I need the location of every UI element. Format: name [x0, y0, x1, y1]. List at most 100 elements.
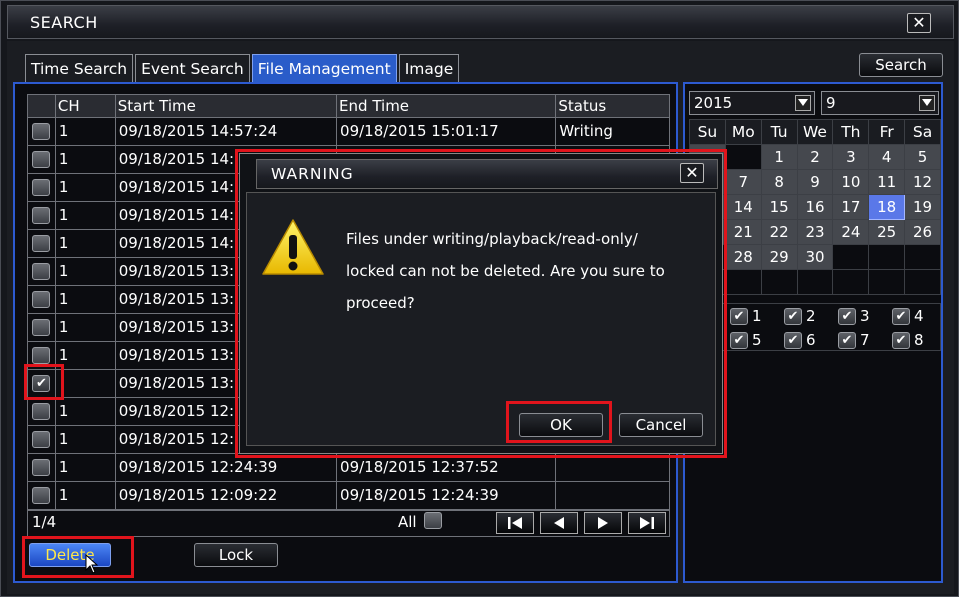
table-header: CH Start Time End Time Status: [28, 95, 669, 118]
close-window-button[interactable]: ✕: [907, 13, 931, 33]
row-checkbox[interactable]: [32, 151, 51, 168]
table-row[interactable]: 1 09/18/2015 12:09:22 09/18/2015 12:24:39: [28, 482, 669, 510]
calendar-day[interactable]: 4: [868, 144, 906, 170]
next-page-button[interactable]: [584, 512, 622, 534]
calendar-day[interactable]: 10: [832, 169, 870, 195]
checkmark-icon: ✔: [895, 308, 907, 324]
tab-event-search[interactable]: Event Search: [135, 54, 250, 82]
last-page-button[interactable]: [628, 512, 666, 534]
row-checkbox[interactable]: [32, 235, 51, 252]
tab-time-search[interactable]: Time Search: [25, 54, 134, 82]
calendar-day[interactable]: 3: [832, 144, 870, 170]
first-page-button[interactable]: [496, 512, 534, 534]
channel-checkbox[interactable]: ✔: [784, 331, 802, 349]
channel-checkbox[interactable]: ✔: [892, 331, 910, 349]
prev-page-button[interactable]: [540, 512, 578, 534]
row-select: [28, 118, 56, 145]
table-row[interactable]: 1 09/18/2015 14:57:24 09/18/2015 15:01:17 W…: [28, 118, 669, 146]
calendar-day[interactable]: 18: [868, 194, 906, 220]
row-select: [28, 146, 56, 173]
cell-start-time: 09/18/2015 14:57:24: [116, 118, 338, 145]
lock-button[interactable]: Lock: [194, 543, 278, 567]
cell-status: Writing: [559, 122, 613, 140]
calendar-empty-cell: [760, 269, 798, 295]
calendar-day[interactable]: 1: [760, 144, 798, 170]
row-checkbox[interactable]: [32, 403, 51, 420]
row-checkbox[interactable]: [32, 319, 51, 336]
calendar-day[interactable]: 11: [868, 169, 906, 195]
calendar-day[interactable]: 22: [760, 219, 798, 245]
calendar-day[interactable]: 29: [760, 244, 798, 270]
cell-ch: 1: [56, 174, 116, 201]
window-title: SEARCH: [30, 13, 98, 32]
row-checkbox[interactable]: [32, 459, 51, 476]
calendar-day[interactable]: 7: [724, 169, 762, 195]
weekday-label: Fr: [868, 119, 906, 145]
row-checkbox[interactable]: [32, 207, 51, 224]
calendar-day[interactable]: 5: [904, 144, 941, 170]
channel-toggle[interactable]: ✔ 1: [730, 307, 762, 325]
channel-label: 5: [752, 331, 762, 349]
calendar-day[interactable]: 23: [796, 219, 834, 245]
calendar-day[interactable]: 24: [832, 219, 870, 245]
checkmark-icon: ✔: [787, 332, 799, 348]
cell-ch: 1: [56, 426, 116, 453]
calendar-empty-cell: [724, 269, 762, 295]
calendar-day[interactable]: 14: [724, 194, 762, 220]
tab-image[interactable]: Image: [398, 54, 460, 82]
row-select: [28, 454, 56, 481]
calendar-day[interactable]: 17: [832, 194, 870, 220]
header-start-time: Start Time: [116, 95, 338, 117]
channel-toggle[interactable]: ✔ 8: [892, 331, 924, 349]
row-checkbox[interactable]: [32, 347, 51, 364]
calendar-day[interactable]: 25: [868, 219, 906, 245]
channel-toggle[interactable]: ✔ 7: [838, 331, 870, 349]
channel-toggle[interactable]: ✔ 3: [838, 307, 870, 325]
tab-file-management[interactable]: File Management: [251, 54, 397, 82]
calendar-day[interactable]: 2: [796, 144, 834, 170]
channel-checkbox[interactable]: ✔: [838, 331, 856, 349]
channel-toggle[interactable]: ✔ 4: [892, 307, 924, 325]
channel-toggle[interactable]: ✔ 5: [730, 331, 762, 349]
calendar-day[interactable]: 19: [904, 194, 941, 220]
calendar-day[interactable]: 26: [904, 219, 941, 245]
row-checkbox[interactable]: [32, 179, 51, 196]
close-icon: ✕: [912, 13, 926, 32]
calendar-empty-cell: [868, 244, 906, 270]
channel-label: 8: [914, 331, 924, 349]
channel-checkbox[interactable]: ✔: [892, 307, 910, 325]
cell-ch: 1: [56, 258, 116, 285]
select-all-checkbox[interactable]: [424, 512, 442, 529]
year-select[interactable]: 2015: [689, 91, 815, 115]
calendar-day[interactable]: 8: [760, 169, 798, 195]
channel-label: 7: [860, 331, 870, 349]
row-checkbox[interactable]: [32, 291, 51, 308]
row-checkbox[interactable]: [32, 431, 51, 448]
cell-ch: 1: [56, 398, 116, 425]
channel-checkbox[interactable]: ✔: [730, 307, 748, 325]
calendar-day[interactable]: 9: [796, 169, 834, 195]
calendar-day[interactable]: 21: [724, 219, 762, 245]
table-row[interactable]: 1 09/18/2015 12:24:39 09/18/2015 12:37:52: [28, 454, 669, 482]
channel-checkbox[interactable]: ✔: [838, 307, 856, 325]
row-checkbox[interactable]: [32, 263, 51, 280]
channel-toggle[interactable]: ✔ 6: [784, 331, 816, 349]
page-indicator: 1/4: [32, 513, 57, 531]
month-select[interactable]: 9: [821, 91, 939, 115]
last-page-icon: [640, 517, 654, 529]
calendar-day[interactable]: 28: [724, 244, 762, 270]
weekday-label: Su: [689, 119, 726, 145]
calendar-day[interactable]: 16: [796, 194, 834, 220]
calendar-day[interactable]: 30: [796, 244, 834, 270]
channel-checkbox[interactable]: ✔: [730, 331, 748, 349]
search-button[interactable]: Search: [859, 53, 943, 77]
row-select: [28, 314, 56, 341]
channel-toggle[interactable]: ✔ 2: [784, 307, 816, 325]
calendar-day[interactable]: 15: [760, 194, 798, 220]
channel-checkbox[interactable]: ✔: [784, 307, 802, 325]
row-checkbox[interactable]: [32, 487, 51, 504]
row-select: [28, 426, 56, 453]
calendar-day[interactable]: 12: [904, 169, 941, 195]
row-checkbox[interactable]: [32, 123, 51, 140]
header-end-time: End Time: [337, 95, 557, 117]
